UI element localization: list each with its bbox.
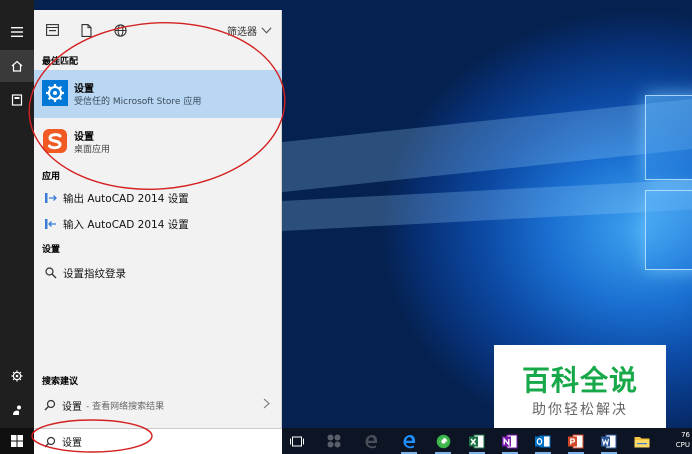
watermark-subtitle: 助你轻松解决 — [532, 402, 628, 418]
web-filter-button[interactable] — [112, 22, 128, 38]
browser-icon — [436, 434, 450, 448]
onenote-icon — [502, 434, 518, 448]
apps-icon — [45, 24, 59, 36]
chevron-down-icon — [261, 27, 272, 34]
light-beam — [282, 97, 692, 193]
search-box[interactable] — [34, 428, 282, 454]
suggestion-label: 设置 — [62, 401, 82, 413]
globe-icon — [113, 23, 127, 37]
apps-filter-button[interactable] — [44, 22, 60, 38]
search-suggestion-item[interactable]: 设置 - 查看网络搜索结果 — [34, 394, 282, 416]
search-results-panel: 筛选器 最佳匹配 设置 受信任的 Microsoft Store 应用 设置 桌… — [34, 10, 282, 428]
app-item-label: 输出 AutoCAD 2014 设置 — [63, 192, 189, 205]
taskbar-file-explorer[interactable] — [633, 432, 651, 450]
outlook-icon — [535, 435, 551, 447]
taskbar-word[interactable] — [600, 432, 618, 454]
filter-dropdown[interactable]: 筛选器 — [227, 23, 272, 38]
windows-logo-icon — [11, 435, 23, 447]
document-icon — [80, 23, 92, 37]
search-icon — [44, 399, 56, 411]
feedback-icon — [13, 405, 21, 415]
windows-logo-pane — [645, 190, 692, 270]
folder-icon — [634, 436, 650, 447]
taskbar-outlook[interactable] — [534, 432, 552, 454]
menu-button[interactable] — [0, 16, 34, 48]
best-match-item-settings-desktop[interactable]: 设置 桌面应用 — [34, 118, 282, 166]
app-item-import-autocad[interactable]: 输入 AutoCAD 2014 设置 — [34, 212, 282, 236]
suggestion-hint: - 查看网络搜索结果 — [86, 401, 165, 412]
import-settings-icon — [42, 218, 60, 230]
best-match-title: 设置 — [74, 84, 94, 95]
app-grid-icon — [327, 434, 341, 448]
settings-heading: 设置 — [42, 245, 61, 255]
filter-bar: 筛选器 — [34, 10, 282, 50]
notebook-button[interactable] — [0, 84, 34, 116]
watermark-title: 百科全说 — [521, 364, 638, 397]
settings-app-icon — [42, 80, 68, 106]
search-input[interactable] — [62, 436, 242, 447]
apps-heading: 应用 — [42, 172, 61, 182]
export-settings-icon — [42, 192, 60, 204]
filter-label: 筛选器 — [227, 27, 257, 38]
task-view-icon — [290, 436, 304, 446]
tray-line-2: CPU — [675, 441, 690, 449]
start-rail — [0, 0, 34, 428]
edge-icon — [365, 434, 377, 448]
app-item-label: 输入 AutoCAD 2014 设置 — [63, 218, 189, 231]
taskbar-app-grid[interactable] — [325, 432, 343, 450]
documents-filter-button[interactable] — [78, 22, 94, 38]
taskbar-excel[interactable] — [468, 432, 486, 454]
chevron-right-icon — [263, 398, 270, 412]
powerpoint-icon — [568, 434, 584, 448]
taskbar-edge[interactable] — [400, 432, 418, 454]
best-match-subtitle: 桌面应用 — [74, 145, 111, 155]
best-match-item-settings-store[interactable]: 设置 受信任的 Microsoft Store 应用 — [34, 70, 282, 118]
home-icon — [11, 60, 23, 72]
notebook-icon — [11, 94, 23, 106]
windows-logo-pane — [645, 95, 692, 180]
watermark: 百科全说 助你轻松解决 — [494, 345, 666, 428]
edge-icon — [403, 434, 415, 448]
light-beam — [282, 178, 692, 232]
best-match-heading: 最佳匹配 — [42, 57, 79, 67]
start-button[interactable] — [0, 428, 34, 454]
taskbar-powerpoint[interactable] — [567, 432, 585, 454]
taskbar-edge-legacy[interactable] — [362, 432, 380, 450]
taskbar-onenote[interactable] — [501, 432, 519, 454]
home-button[interactable] — [0, 50, 34, 82]
best-match-title: 设置 — [74, 132, 94, 143]
excel-icon — [469, 434, 485, 448]
hamburger-icon — [11, 27, 23, 37]
task-view-button[interactable] — [288, 432, 306, 450]
setting-item-fingerprint[interactable]: 设置指纹登录 — [34, 261, 282, 285]
settings-button[interactable] — [0, 360, 34, 392]
best-match-subtitle: 受信任的 Microsoft Store 应用 — [74, 97, 202, 107]
sogou-s-icon — [43, 129, 67, 153]
suggestions-heading: 搜索建议 — [42, 377, 79, 387]
tray-line-1: 76 — [681, 431, 690, 439]
gear-icon — [11, 370, 23, 382]
search-icon — [44, 436, 56, 448]
app-item-export-autocad[interactable]: 输出 AutoCAD 2014 设置 — [34, 186, 282, 210]
feedback-button[interactable] — [0, 394, 34, 426]
word-icon — [601, 434, 617, 448]
taskbar-browser[interactable] — [434, 432, 452, 454]
taskbar: 76 CPU — [282, 428, 692, 454]
search-settings-icon — [42, 267, 60, 279]
tray-readout[interactable]: 76 CPU — [676, 430, 690, 450]
setting-item-label: 设置指纹登录 — [63, 267, 126, 280]
